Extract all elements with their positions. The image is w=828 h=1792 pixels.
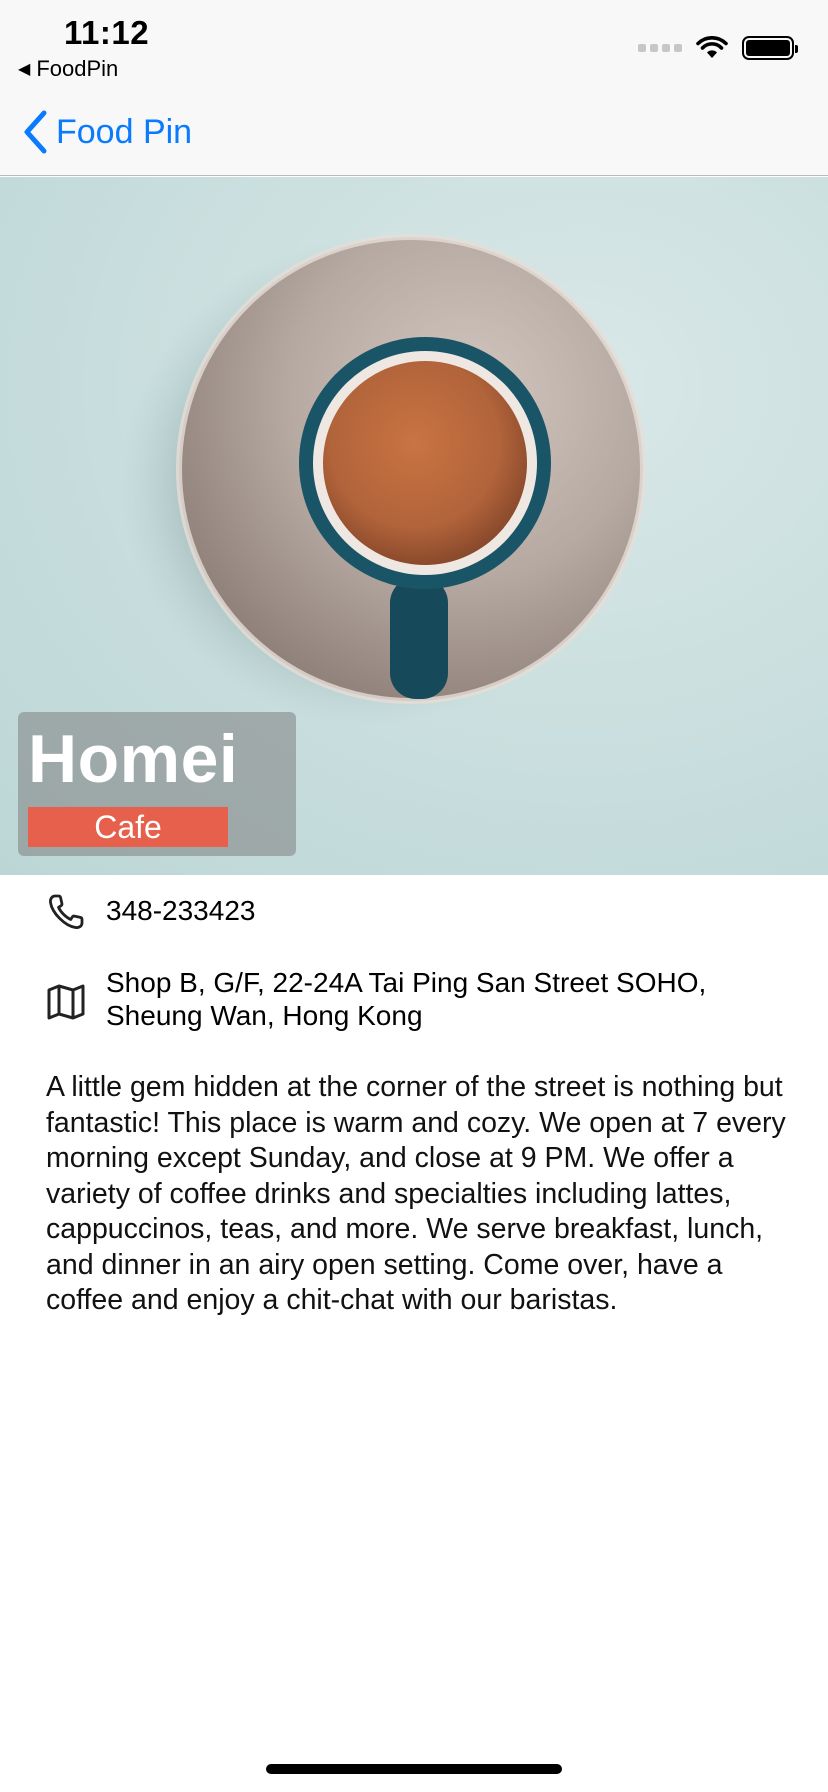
back-button[interactable]: Food Pin xyxy=(22,108,192,156)
phone-icon xyxy=(49,894,84,929)
restaurant-detail-screen: 11:12 ◀ FoodPin Food Pin Homei Cafe 348-… xyxy=(0,0,828,1792)
phone-number: 348-233423 xyxy=(106,895,256,926)
title-overlay: Homei Cafe xyxy=(18,712,296,856)
address-text: Shop B, G/F, 22-24A Tai Ping San Street … xyxy=(106,966,706,1032)
back-button-label: Food Pin xyxy=(56,112,193,151)
back-to-app-button[interactable]: ◀ FoodPin xyxy=(18,56,118,82)
address-line-1: Shop B, G/F, 22-24A Tai Ping San Street … xyxy=(106,967,707,998)
status-indicators xyxy=(638,36,798,60)
restaurant-name: Homei xyxy=(28,721,239,797)
address-row[interactable]: Shop B, G/F, 22-24A Tai Ping San Street … xyxy=(46,966,706,1032)
restaurant-description: A little gem hidden at the corner of the… xyxy=(46,1071,786,1316)
back-to-app-label: FoodPin xyxy=(36,56,119,81)
phone-row[interactable]: 348-233423 xyxy=(46,892,255,932)
restaurant-image: Homei Cafe xyxy=(0,177,828,875)
restaurant-type-badge: Cafe xyxy=(28,807,228,847)
home-indicator[interactable] xyxy=(266,1764,562,1774)
status-time: 11:12 xyxy=(64,14,150,51)
wifi-icon xyxy=(696,36,728,58)
cellular-signal-icon xyxy=(638,44,682,52)
address-line-2: Sheung Wan, Hong Kong xyxy=(106,1000,423,1031)
map-icon xyxy=(47,984,85,1020)
navigation-bar: 11:12 ◀ FoodPin Food Pin xyxy=(0,0,828,176)
back-triangle-icon: ◀ xyxy=(18,61,31,78)
battery-icon xyxy=(742,36,798,60)
chevron-left-icon xyxy=(24,110,47,154)
